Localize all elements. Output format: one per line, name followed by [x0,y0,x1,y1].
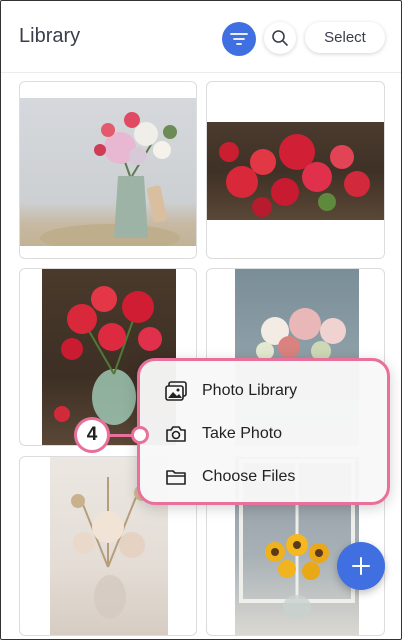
photo-card[interactable] [206,81,385,259]
menu-item-photo-library[interactable]: Photo Library [164,376,297,406]
step-badge: 4 [74,417,110,453]
photo-card[interactable] [19,81,197,259]
page-title: Library [19,25,81,47]
header-bar: Library Select [1,1,401,73]
filter-button[interactable] [222,22,256,56]
menu-item-label: Photo Library [202,382,298,399]
app-frame: Library Select Photo Library Take Photo … [0,0,402,640]
select-button[interactable]: Select [305,22,385,53]
photo-pink-flowers-jug [20,98,196,246]
photo-library-icon [164,379,188,403]
plus-icon [352,557,370,575]
menu-item-take-photo[interactable]: Take Photo [164,419,282,449]
step-pointer-dot [131,426,149,444]
add-menu: Photo Library Take Photo Choose Files [137,358,390,505]
search-icon [272,30,288,46]
folder-icon [164,465,188,489]
filter-icon [230,33,248,45]
menu-item-label: Choose Files [202,468,296,485]
add-button[interactable] [337,542,385,590]
menu-item-choose-files[interactable]: Choose Files [164,462,295,492]
menu-item-label: Take Photo [202,425,283,442]
camera-icon [164,422,188,446]
photo-red-poppies-bouquet [207,122,384,220]
search-button[interactable] [264,22,296,54]
